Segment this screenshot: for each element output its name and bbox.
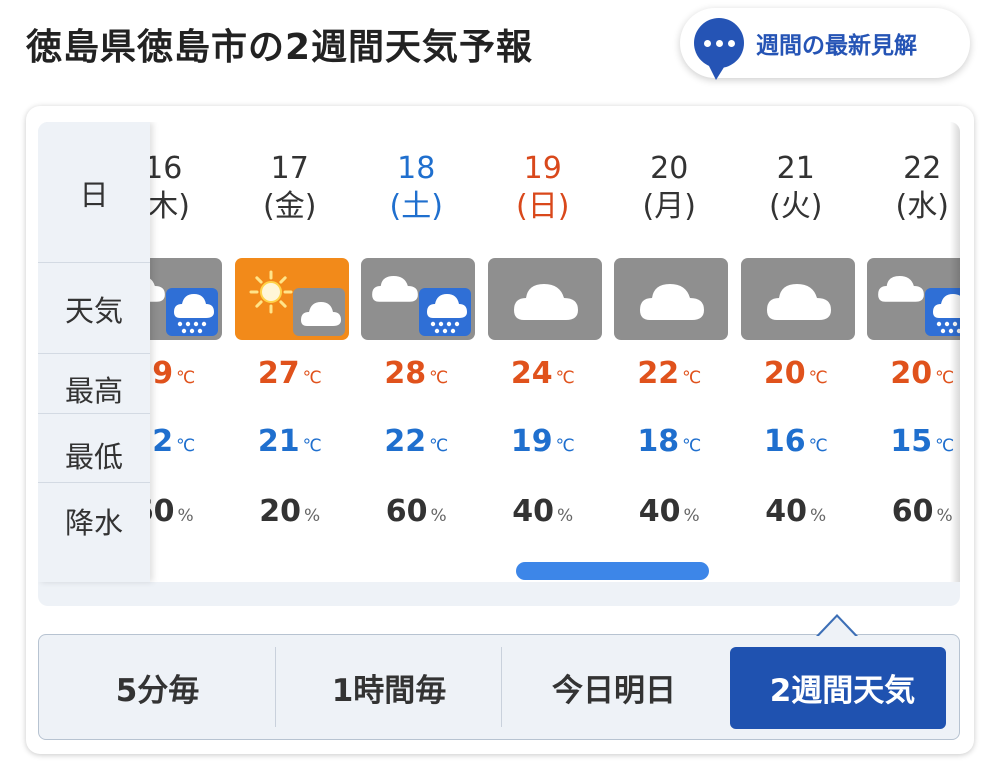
cloud-icon — [292, 288, 345, 336]
day-date: 20 (月) — [606, 150, 733, 226]
precip-chance: 40% — [638, 494, 700, 529]
day-weekday: (土) — [389, 189, 443, 224]
forecast-day-column: 21 (火) 20 ℃ 16 ℃ 40% — [733, 122, 860, 582]
tab-hourly[interactable]: 1時間毎 — [276, 635, 502, 739]
tab-5min[interactable]: 5分毎 — [39, 635, 276, 739]
day-weekday: (月) — [642, 189, 696, 224]
day-number: 17 — [270, 151, 309, 186]
low-temp: 15 ℃ — [890, 424, 955, 459]
low-temp: 22℃ — [150, 424, 196, 459]
cloudy-icon — [740, 258, 855, 340]
page-title: 徳島県徳島市の2週間天気予報 — [26, 27, 534, 68]
sunny-then-cloudy-icon — [234, 258, 349, 340]
row-label-low: 最低 — [64, 440, 123, 474]
forecast-day-column: 17 (金) 27 ℃ 21 ℃ 20% — [227, 122, 354, 582]
low-temp: 22℃ — [384, 424, 449, 459]
cloudy-then-rain-icon — [150, 258, 222, 340]
day-weekday: (火) — [769, 189, 823, 224]
high-temp: 29℃ — [150, 356, 196, 391]
high-temp: 20 ℃ — [763, 356, 828, 391]
day-date: 18 (土) — [353, 150, 480, 226]
tab-today-tomorrow[interactable]: 今日明日 — [502, 635, 726, 739]
row-label-weather: 天気 — [64, 294, 123, 328]
day-date: 22 (水) — [859, 150, 960, 226]
cloudy-then-rain-icon — [361, 258, 475, 340]
day-number: 18 — [397, 151, 436, 186]
day-date: 21 (火) — [733, 150, 860, 226]
low-temp: 19 ℃ — [510, 424, 575, 459]
forecast-day-column: 22 (水) 20 ℃ 15 ℃ 60% — [859, 122, 960, 582]
cloudy-icon — [614, 258, 728, 340]
day-date: 16(木) — [150, 150, 227, 226]
low-temp: 18 ℃ — [637, 424, 702, 459]
cloudy-then-rain-icon — [867, 258, 960, 340]
forecast-days: 16(木) 29℃ 22℃ 60% 17(金) 27℃ 21℃ 20% 18(土) 28℃ 22℃ 6… — [150, 122, 960, 582]
precip-chance: 60% — [891, 494, 953, 529]
row-label-date: 日 — [79, 178, 109, 212]
rain-icon — [166, 288, 218, 336]
rain-icon — [419, 288, 471, 336]
precip-chance: 40% — [765, 494, 827, 529]
day-weekday: (水) — [895, 189, 949, 224]
high-temp: 20 ℃ — [890, 356, 955, 391]
high-temp: 27 ℃ — [257, 356, 322, 391]
day-date: 17 (金) — [227, 150, 354, 226]
low-temp: 21 ℃ — [257, 424, 322, 459]
high-temp: 22 ℃ — [637, 356, 702, 391]
row-label-high: 最高 — [64, 374, 123, 408]
day-date: 19 (日) — [480, 150, 607, 226]
two-week-forecast-table: 16(木) 29℃ 22℃ 60% 17(金) 27℃ 21℃ 20% 18(土) 28℃ 22℃ 6… — [38, 122, 960, 606]
high-temp: 28 ℃ — [384, 356, 449, 391]
horizontal-scrollbar[interactable] — [516, 562, 709, 580]
row-label-precip: 降水 — [64, 506, 123, 540]
forecast-day-column: 16(木) 29℃ 22℃ 60% — [150, 122, 227, 582]
chat-bubble-icon — [694, 18, 744, 80]
day-weekday: (日) — [516, 189, 570, 224]
forecast-scroll-area[interactable]: 16(木) 29℃ 22℃ 60% 17(金) 27℃ 21℃ 20% 18(土) 28℃ 22℃ 6… — [150, 122, 960, 582]
day-number: 20 — [650, 151, 689, 186]
high-temp: 24 ℃ — [510, 356, 575, 391]
precip-chance: 60% — [385, 494, 447, 529]
forecast-tabs: 5分毎 1時間毎 今日明日 2週間天気 — [38, 634, 960, 740]
day-number: 21 — [776, 151, 815, 186]
day-number: 19 — [523, 151, 562, 186]
forecast-day-column: 19 (日) 24 ℃ 19 ℃ 40% — [480, 122, 607, 582]
row-label-column: 日 天気 最高 最低 降水 — [38, 122, 150, 582]
latest-forecast-button[interactable]: 週間の最新見解 — [680, 8, 970, 80]
day-number: 16 — [150, 151, 183, 186]
low-temp: 16 ℃ — [763, 424, 828, 459]
cloudy-icon — [487, 258, 602, 340]
precip-chance: 60% — [150, 494, 194, 529]
latest-forecast-label: 週間の最新見解 — [756, 33, 917, 59]
forecast-day-column: 20 (月) 22 ℃ 18 ℃ 40% — [606, 122, 733, 582]
precip-chance: 40% — [512, 494, 574, 529]
day-weekday: (金) — [263, 189, 317, 224]
precip-chance: 20% — [259, 494, 321, 529]
tab-two-week[interactable]: 2週間天気 — [726, 635, 959, 739]
day-number: 22 — [903, 151, 942, 186]
forecast-day-column: 18 (土) 28 ℃ 22 ℃ 60% — [353, 122, 480, 582]
day-weekday: (木) — [150, 189, 190, 224]
